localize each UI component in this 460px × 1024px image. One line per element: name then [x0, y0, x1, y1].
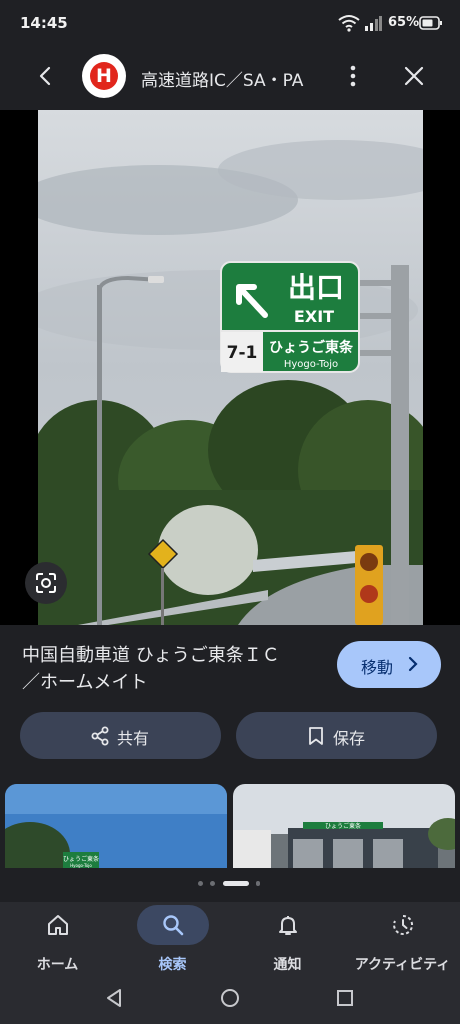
related-sign-sub: Hyogo-Tojo	[70, 863, 92, 868]
visit-button[interactable]: 移動	[337, 641, 441, 688]
highway-exit-photo: 出口 EXIT 7-1 ひょうご東条 Hyogo-Tojo	[38, 110, 423, 625]
sign-number: 7-1	[227, 343, 258, 363]
nav-search[interactable]: 検索	[115, 902, 230, 982]
nav-home-label: ホーム	[36, 957, 79, 973]
site-logo: H	[82, 54, 126, 98]
back-arrow-icon[interactable]	[34, 64, 58, 88]
battery-percent: 65%	[388, 15, 420, 30]
share-button-label: 共有	[117, 729, 150, 748]
system-back-icon[interactable]	[104, 988, 124, 1008]
caption-line1: 中国自動車道 ひょうご東条ＩＣ	[22, 645, 280, 666]
sign-line1: 出口	[288, 271, 344, 304]
status-time: 14:45	[20, 14, 68, 32]
page-dot-active	[223, 881, 249, 886]
share-icon	[91, 726, 109, 746]
nav-home[interactable]: ホーム	[0, 902, 115, 982]
nav-activity-label: アクティビティ	[354, 957, 451, 973]
save-button-label: 保存	[333, 729, 366, 748]
home-icon	[47, 915, 68, 935]
page-dot	[210, 881, 215, 886]
nav-notifications[interactable]: 通知	[230, 902, 345, 982]
more-vert-icon[interactable]	[342, 64, 364, 88]
activity-icon	[392, 914, 413, 935]
lens-search-button[interactable]	[25, 562, 67, 604]
visit-button-label: 移動	[361, 658, 394, 677]
wifi-icon	[338, 15, 360, 32]
sign-line2: EXIT	[294, 307, 334, 326]
related-image-1: ひょうご東条 Hyogo-Tojo	[5, 784, 227, 868]
page-dot	[198, 881, 203, 886]
share-button[interactable]: 共有	[20, 712, 221, 759]
battery-icon	[419, 16, 442, 30]
bell-icon	[278, 916, 297, 935]
main-photo[interactable]: 出口 EXIT 7-1 ひょうご東条 Hyogo-Tojo	[38, 110, 423, 625]
lens-icon	[36, 573, 56, 593]
signal-icon	[365, 16, 382, 31]
nav-notifications-label: 通知	[273, 957, 302, 973]
nav-activity[interactable]: アクティビティ	[345, 902, 460, 982]
caption-line2: ／ホームメイト	[22, 672, 148, 693]
image-caption[interactable]: 中国自動車道 ひょうご東条ＩＣ ／ホームメイト	[22, 642, 322, 696]
related-image-2: ひょうご東条	[233, 784, 455, 868]
search-icon	[162, 915, 183, 936]
chevron-right-icon	[408, 656, 418, 672]
related-image[interactable]: ひょうご東条 Hyogo-Tojo	[5, 784, 227, 868]
status-bar: 14:45 65%	[0, 0, 460, 46]
related-sign-text: ひょうご東条	[325, 822, 361, 830]
sign-name-en: Hyogo-Tojo	[284, 359, 338, 370]
nav-search-label: 検索	[158, 957, 187, 973]
related-sign-text: ひょうご東条	[63, 855, 99, 863]
bookmark-icon	[309, 727, 323, 745]
save-button[interactable]: 保存	[236, 712, 437, 759]
sign-name-ja: ひょうご東条	[269, 339, 354, 356]
site-logo-letter: H	[96, 65, 112, 87]
related-image[interactable]: ひょうご東条	[233, 784, 455, 868]
site-title[interactable]: 高速道路IC／SA・PA	[141, 66, 303, 91]
page-dot	[256, 881, 260, 886]
system-recents-icon[interactable]	[336, 989, 354, 1007]
close-icon[interactable]	[402, 64, 426, 88]
system-home-icon[interactable]	[220, 988, 240, 1008]
